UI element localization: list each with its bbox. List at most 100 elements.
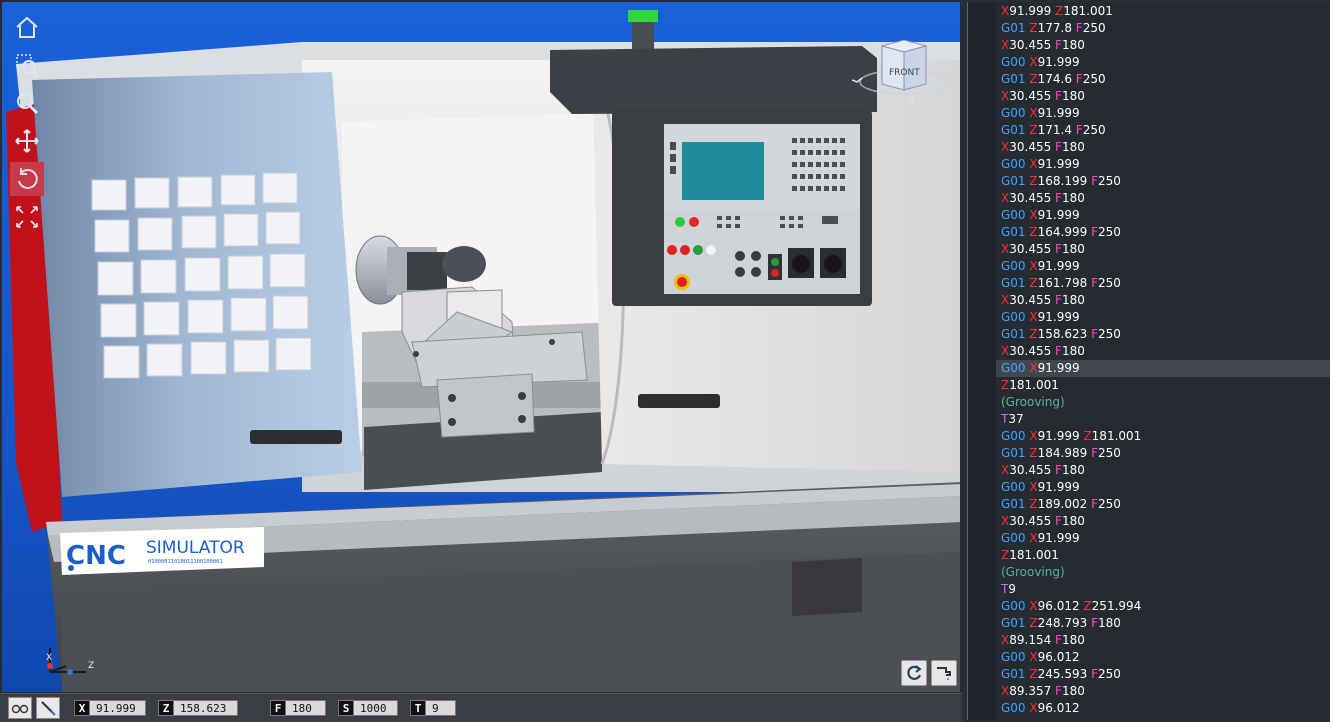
gcode-line[interactable]: G00 X91.999 (996, 258, 1330, 275)
gcode-token: X (1029, 480, 1038, 494)
gcode-token: X (1029, 310, 1038, 324)
gcode-token: 91.999 (1037, 361, 1080, 375)
gcode-line[interactable]: G01 Z248.793 F180 (996, 615, 1330, 632)
gcode-line[interactable]: G00 X91.999 (996, 105, 1330, 122)
gcode-line[interactable]: G00 X96.012 Z251.994 (996, 598, 1330, 615)
gcode-line[interactable]: X30.455 F180 (996, 513, 1330, 530)
gcode-line[interactable]: X30.455 F180 (996, 292, 1330, 309)
gcode-token: Z (1029, 667, 1038, 681)
gcode-token: Z (1029, 174, 1038, 188)
gcode-token: 30.455 (1009, 463, 1056, 477)
gcode-token: Z (1083, 599, 1092, 613)
gcode-token: F (1075, 72, 1083, 86)
gcode-line[interactable]: X30.455 F180 (996, 88, 1330, 105)
gcode-token: 89.154 (1009, 633, 1056, 647)
gcode-line[interactable]: G01 Z177.8 F250 (996, 20, 1330, 37)
home-view-button[interactable] (10, 10, 44, 44)
gcode-line[interactable]: G00 X91.999 (996, 54, 1330, 71)
gcode-token: 171.4 (1037, 123, 1076, 137)
axis-z-label: Z (88, 661, 94, 671)
gcode-line[interactable]: G01 Z174.6 F250 (996, 71, 1330, 88)
gcode-token: 248.793 (1037, 616, 1092, 630)
tool-readout-label: T (410, 700, 426, 716)
gcode-token: X (1029, 55, 1038, 69)
gcode-line[interactable]: G00 X91.999 (996, 360, 1330, 377)
gcode-line[interactable]: G01 Z168.199 F250 (996, 173, 1330, 190)
coolant-icon (937, 667, 951, 680)
gcode-line[interactable]: (Grooving) (996, 564, 1330, 581)
reset-rotation-button[interactable] (901, 660, 927, 686)
gcode-line[interactable]: X30.455 F180 (996, 190, 1330, 207)
gcode-line[interactable]: G00 X96.012 (996, 649, 1330, 666)
gcode-line[interactable]: G00 X91.999 (996, 156, 1330, 173)
zoom-window-button[interactable] (10, 48, 44, 82)
gcode-token: G01 (1001, 72, 1030, 86)
gcode-line[interactable]: T9 (996, 581, 1330, 598)
gcode-token: F (1091, 174, 1098, 188)
pan-button[interactable] (10, 124, 44, 158)
gcode-token: Z (1029, 123, 1038, 137)
gcode-line[interactable]: (Grooving) (996, 394, 1330, 411)
gcode-line[interactable]: G00 X96.012 (996, 700, 1330, 717)
gcode-line[interactable]: G01 Z161.798 F250 (996, 275, 1330, 292)
gcode-token: G00 (1001, 599, 1030, 613)
gcode-token: G01 (1001, 667, 1030, 681)
gcode-token: 91.999 (1009, 4, 1056, 18)
zoom-window-icon (16, 54, 39, 77)
x-readout-value: 91.999 (90, 700, 146, 716)
gcode-token: 181.001 (1009, 378, 1059, 392)
rotate-button[interactable] (10, 162, 44, 196)
gcode-line[interactable]: G00 X91.999 (996, 207, 1330, 224)
gcode-line[interactable]: T37 (996, 411, 1330, 428)
gcode-token: X (1001, 242, 1010, 256)
probe-button[interactable] (36, 697, 60, 719)
gcode-line[interactable]: G00 X91.999 (996, 530, 1330, 547)
axis-x-label: X (46, 653, 52, 663)
3d-viewport[interactable]: CNC SIMULATOR 01000011010011100100001 FR… (2, 2, 960, 692)
z-readout: Z 158.623 (158, 700, 238, 716)
gcode-line[interactable]: Z181.001 (996, 377, 1330, 394)
fit-view-button[interactable] (10, 200, 44, 234)
gcode-line[interactable]: G01 Z189.002 F250 (996, 496, 1330, 513)
gcode-line[interactable]: X30.455 F180 (996, 139, 1330, 156)
gcode-token: 30.455 (1009, 344, 1056, 358)
gcode-line[interactable]: G00 X91.999 Z181.001 (996, 428, 1330, 445)
gcode-token: F (1091, 225, 1098, 239)
gcode-line[interactable]: G01 Z164.999 F250 (996, 224, 1330, 241)
gcode-line[interactable]: G01 Z184.989 F250 (996, 445, 1330, 462)
gcode-line[interactable]: X30.455 F180 (996, 37, 1330, 54)
gcode-token: G00 (1001, 650, 1030, 664)
gcode-line[interactable]: G01 Z245.593 F250 (996, 666, 1330, 683)
gcode-editor[interactable]: X91.999 Z181.001 G01 Z177.8 F250 X30.455 F… (967, 2, 1330, 720)
gcode-line[interactable]: X30.455 F180 (996, 462, 1330, 479)
gcode-line[interactable]: X89.357 F180 (996, 683, 1330, 700)
gcode-token: G01 (1001, 327, 1030, 341)
gcode-token: 91.999 (1037, 208, 1080, 222)
gcode-line[interactable]: X30.455 F180 (996, 343, 1330, 360)
gcode-line[interactable]: G01 Z171.4 F250 (996, 122, 1330, 139)
coolant-button[interactable] (931, 660, 957, 686)
gcode-token: 91.999 (1037, 259, 1080, 273)
gcode-token: 30.455 (1009, 242, 1056, 256)
gcode-token: 250 (1082, 123, 1106, 137)
gcode-line[interactable]: X30.455 F180 (996, 241, 1330, 258)
gcode-line[interactable]: Z181.001 (996, 547, 1330, 564)
gcode-token: X (1001, 38, 1010, 52)
probe-icon (41, 701, 56, 716)
gcode-token: Z (1029, 446, 1038, 460)
gcode-line[interactable]: X89.154 F180 (996, 632, 1330, 649)
gcode-token: X (1001, 344, 1010, 358)
logo-brand-text: CNC (66, 541, 126, 571)
gcode-line[interactable]: X91.999 Z181.001 (996, 3, 1330, 20)
glasses-view-button[interactable] (8, 697, 32, 719)
gcode-token: 30.455 (1009, 38, 1056, 52)
gcode-token: F (1091, 667, 1098, 681)
gcode-line[interactable]: G00 X91.999 (996, 309, 1330, 326)
gcode-token: G01 (1001, 225, 1030, 239)
gcode-line[interactable]: G01 Z158.623 F250 (996, 326, 1330, 343)
gcode-line[interactable]: G00 X91.999 (996, 479, 1330, 496)
gcode-token: G01 (1001, 497, 1030, 511)
gcode-token: F (1091, 327, 1098, 341)
zoom-button[interactable] (10, 86, 44, 120)
navigation-cube[interactable]: FRONT S (851, 38, 952, 110)
